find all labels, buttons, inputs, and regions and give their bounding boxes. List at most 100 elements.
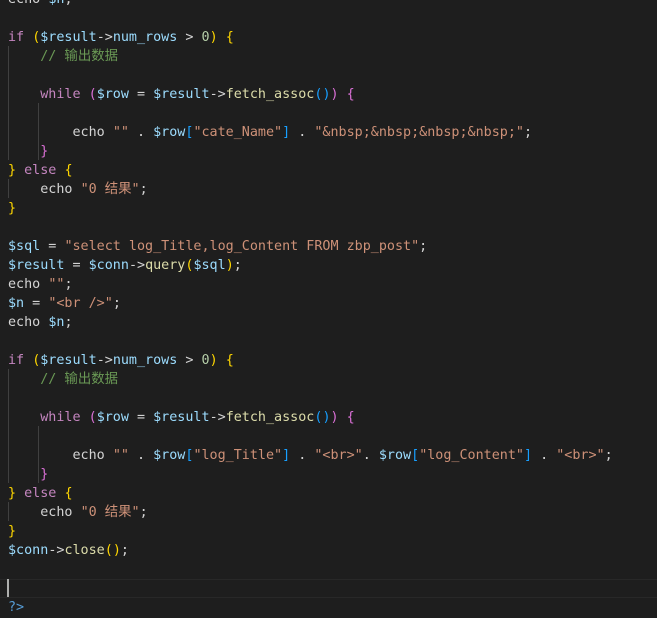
- code-token: }: [8, 163, 17, 178]
- code-token: .: [532, 448, 557, 463]
- code-token: echo: [40, 505, 81, 520]
- code-token: {: [225, 30, 234, 45]
- code-line[interactable]: if ($result->num_rows > 0) {: [8, 28, 234, 47]
- code-token: ?>: [8, 600, 25, 615]
- code-line[interactable]: // 输出数据: [8, 370, 118, 389]
- code-token: $sql: [8, 239, 41, 254]
- current-line-highlight: [0, 579, 657, 598]
- code-token: $result: [153, 87, 210, 102]
- code-token: .: [128, 448, 154, 463]
- code-token: =: [128, 87, 154, 102]
- code-token: [: [411, 448, 420, 463]
- code-token: ->: [96, 30, 113, 45]
- code-token: (: [88, 87, 97, 102]
- code-line[interactable]: $sql = "select log_Title,log_Content FRO…: [8, 237, 427, 256]
- code-line[interactable]: $n = "<br />";: [8, 294, 121, 313]
- code-line[interactable]: if ($result->num_rows > 0) {: [8, 351, 234, 370]
- code-token: fetch_assoc: [225, 87, 315, 102]
- code-editor[interactable]: echo $n; if ($result->num_rows > 0) { // …: [0, 0, 657, 618]
- code-token: ;: [604, 448, 613, 463]
- code-token: ->: [128, 258, 146, 273]
- code-token: ): [209, 30, 218, 45]
- code-line[interactable]: echo "0 结果";: [8, 503, 147, 522]
- code-token: echo: [40, 182, 81, 197]
- code-token: ): [225, 258, 234, 273]
- code-token: ;: [64, 0, 72, 7]
- code-line[interactable]: }: [8, 465, 48, 484]
- code-line[interactable]: $result = $conn->query($sql);: [8, 256, 242, 275]
- code-token: ): [322, 87, 331, 102]
- code-token: $n: [48, 0, 64, 7]
- code-token: >: [177, 353, 202, 368]
- code-line[interactable]: }: [8, 199, 16, 218]
- code-token: close: [64, 543, 105, 558]
- code-token: $row: [378, 448, 412, 463]
- code-token: $row: [153, 448, 186, 463]
- code-token: ): [322, 410, 331, 425]
- code-token: ]: [282, 125, 291, 140]
- code-token: num_rows: [112, 353, 178, 368]
- code-token: "0 结果": [80, 505, 140, 520]
- code-line[interactable]: echo "" . $row["log_Title"] . "<br>". $r…: [8, 446, 613, 465]
- code-line[interactable]: }: [8, 522, 16, 541]
- code-line[interactable]: // 输出数据: [8, 47, 118, 66]
- code-token: "&nbsp;&nbsp;&nbsp;&nbsp;": [314, 125, 524, 140]
- code-token: ->: [96, 353, 113, 368]
- code-line[interactable]: $conn->close();: [8, 541, 129, 560]
- code-token: $row: [153, 125, 186, 140]
- code-token: =: [128, 410, 154, 425]
- code-token: "select log_Title,log_Content FROM zbp_p…: [64, 239, 420, 254]
- code-token: else: [16, 486, 65, 501]
- code-token: }: [40, 144, 49, 159]
- code-line[interactable]: }: [8, 142, 48, 161]
- code-line[interactable]: while ($row = $result->fetch_assoc()) {: [8, 408, 354, 427]
- code-line[interactable]: } else {: [8, 484, 73, 503]
- code-token: "": [112, 448, 129, 463]
- code-line[interactable]: echo $n;: [8, 0, 73, 9]
- code-token: $row: [96, 410, 129, 425]
- code-token: "log_Title": [193, 448, 283, 463]
- code-line[interactable]: echo "" . $row["cate_Name"] . "&nbsp;&nb…: [8, 123, 533, 142]
- code-token: num_rows: [112, 30, 178, 45]
- code-token: .: [128, 125, 154, 140]
- code-line[interactable]: echo $n;: [8, 313, 73, 332]
- code-token: >: [177, 30, 202, 45]
- code-token: while: [40, 87, 89, 102]
- code-token: if: [8, 30, 33, 45]
- code-token: ;: [419, 239, 428, 254]
- code-token: $conn: [88, 258, 129, 273]
- code-line[interactable]: } else {: [8, 161, 73, 180]
- code-token: echo: [72, 448, 113, 463]
- text-cursor: [7, 579, 9, 597]
- code-line[interactable]: while ($row = $result->fetch_assoc()) {: [8, 85, 354, 104]
- code-token: ): [330, 87, 339, 102]
- code-token: .: [290, 125, 315, 140]
- code-line[interactable]: echo "0 结果";: [8, 180, 148, 199]
- code-token: $row: [96, 87, 129, 102]
- code-token: "<br />": [48, 296, 113, 311]
- code-token: ;: [64, 315, 73, 330]
- code-token: // 输出数据: [40, 372, 118, 387]
- code-line[interactable]: echo "";: [8, 275, 73, 294]
- code-token: ->: [48, 543, 65, 558]
- code-token: ;: [139, 182, 148, 197]
- code-token: "": [112, 125, 129, 140]
- code-line[interactable]: ?>: [8, 598, 24, 617]
- code-token: ;: [64, 277, 73, 292]
- code-token: $sql: [193, 258, 226, 273]
- code-token: "": [48, 277, 65, 292]
- code-token: $n: [48, 315, 65, 330]
- code-token: query: [145, 258, 186, 273]
- code-token: $result: [40, 30, 97, 45]
